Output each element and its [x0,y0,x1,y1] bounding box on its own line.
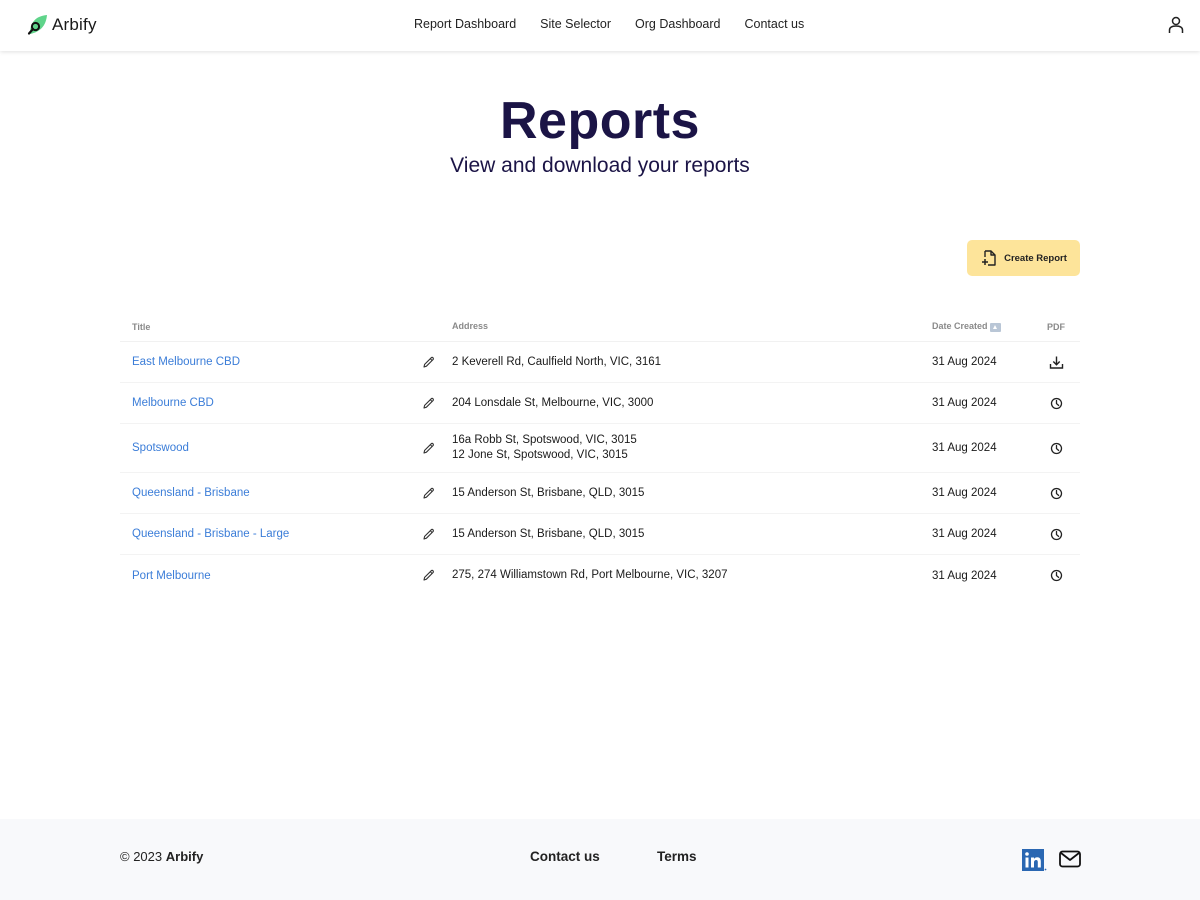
table-header: Title Address Date Created PDF [120,312,1080,342]
logo-text: Arbify [52,15,97,34]
create-report-label: Create Report [1004,252,1067,264]
linkedin-icon[interactable] [1022,849,1047,871]
table-row: Port Melbourne 275, 274 Williamstown Rd,… [120,555,1080,596]
edit-pencil-icon[interactable] [422,397,435,410]
report-pdf-cell [1032,487,1080,500]
address-line: 15 Anderson St, Brisbane, QLD, 3015 [452,527,645,540]
report-title-link[interactable]: Queensland - Brisbane [132,487,250,499]
report-pdf-cell [1032,355,1080,370]
file-plus-icon [982,250,996,266]
copyright-year: © 2023 [120,849,163,864]
report-pdf-cell [1032,528,1080,541]
report-address: 15 Anderson St, Brisbane, QLD, 3015 [452,527,932,542]
nav-link-contact-us[interactable]: Contact us [745,17,805,31]
column-header-address[interactable]: Address [452,319,932,334]
nav-link-org-dashboard[interactable]: Org Dashboard [635,17,720,31]
create-report-button[interactable]: Create Report [967,240,1080,276]
table-row: Queensland - Brisbane - Large 15 Anderso… [120,514,1080,555]
edit-pencil-icon[interactable] [422,487,435,500]
clock-pending-icon [1050,569,1063,582]
address-line: 15 Anderson St, Brisbane, QLD, 3015 [452,486,645,499]
edit-pencil-icon[interactable] [422,528,435,541]
copyright-brand: Arbify [165,849,204,864]
report-date: 31 Aug 2024 [932,397,997,409]
top-navbar: Arbify Report Dashboard Site Selector Or… [0,0,1200,51]
clock-pending-icon [1050,528,1063,541]
report-date: 31 Aug 2024 [932,569,997,582]
footer-link-terms[interactable]: Terms [657,849,697,864]
user-icon[interactable] [1166,15,1186,35]
edit-pencil-icon[interactable] [422,569,435,582]
report-date: 31 Aug 2024 [932,528,997,540]
sort-ascending-icon[interactable] [989,322,1001,332]
footer-link-contact-us[interactable]: Contact us [530,849,600,864]
address-line: 275, 274 Williamstown Rd, Port Melbourne… [452,569,728,581]
report-address: 15 Anderson St, Brisbane, QLD, 3015 [452,486,932,501]
table-row: Melbourne CBD 204 Lonsdale St, Melbourne… [120,383,1080,424]
nav-link-site-selector[interactable]: Site Selector [540,17,611,31]
footer: © 2023 Arbify Contact us Terms [0,819,1200,900]
column-header-pdf: PDF [1047,321,1065,332]
logo[interactable]: Arbify [26,14,97,36]
page-subtitle: View and download your reports [450,154,750,177]
column-header-date[interactable]: Date Created [932,321,1032,332]
report-title-link[interactable]: Spotswood [132,442,189,454]
report-address: 16a Robb St, Spotswood, VIC, 3015 12 Jone… [452,433,932,463]
arbify-leaf-logo-icon [27,15,47,35]
report-title-link[interactable]: Melbourne CBD [132,397,214,409]
nav-links: Report Dashboard Site Selector Org Dashb… [414,17,804,31]
page-header: Reports View and download your reports [0,90,1200,178]
report-address: 2 Keverell Rd, Caulfield North, VIC, 316… [452,355,932,370]
report-address: 275, 274 Williamstown Rd, Port Melbourne… [452,568,932,583]
address-line: 16a Robb St, Spotswood, VIC, 3015 [452,434,637,446]
address-line: 204 Lonsdale St, Melbourne, VIC, 3000 [452,396,654,409]
clock-pending-icon [1050,397,1063,410]
edit-pencil-icon[interactable] [422,442,435,455]
report-title-link[interactable]: East Melbourne CBD [132,356,240,368]
clock-pending-icon [1050,442,1063,455]
report-date: 31 Aug 2024 [932,356,997,368]
page-title: Reports [500,92,700,150]
download-pdf-icon[interactable] [1049,355,1064,370]
clock-pending-icon [1050,487,1063,500]
report-pdf-cell [1032,442,1080,455]
copyright: © 2023 Arbify [120,849,203,864]
report-title-link[interactable]: Queensland - Brisbane - Large [132,528,289,540]
address-line: 12 Jone St, Spotswood, VIC, 3015 [452,449,628,461]
table-row: Spotswood 16a Robb St, Spotswood, VIC, 3… [120,424,1080,473]
report-title-link[interactable]: Port Melbourne [132,570,211,582]
reports-table: Title Address Date Created PDF East Melb… [120,312,1080,596]
report-date: 31 Aug 2024 [932,487,997,499]
table-row: Queensland - Brisbane 15 Anderson St, Br… [120,473,1080,514]
column-header-title[interactable]: Title [120,322,404,332]
report-address: 204 Lonsdale St, Melbourne, VIC, 3000 [452,396,932,411]
address-line: 2 Keverell Rd, Caulfield North, VIC, 316… [452,355,662,368]
report-pdf-cell [1032,569,1080,582]
nav-link-report-dashboard[interactable]: Report Dashboard [414,17,516,31]
edit-pencil-icon[interactable] [422,356,435,369]
report-date: 31 Aug 2024 [932,442,997,454]
mail-icon[interactable] [1059,850,1081,868]
table-row: East Melbourne CBD 2 Keverell Rd, Caulfi… [120,342,1080,383]
column-header-date-label: Date Created [932,321,988,332]
report-pdf-cell [1032,397,1080,410]
